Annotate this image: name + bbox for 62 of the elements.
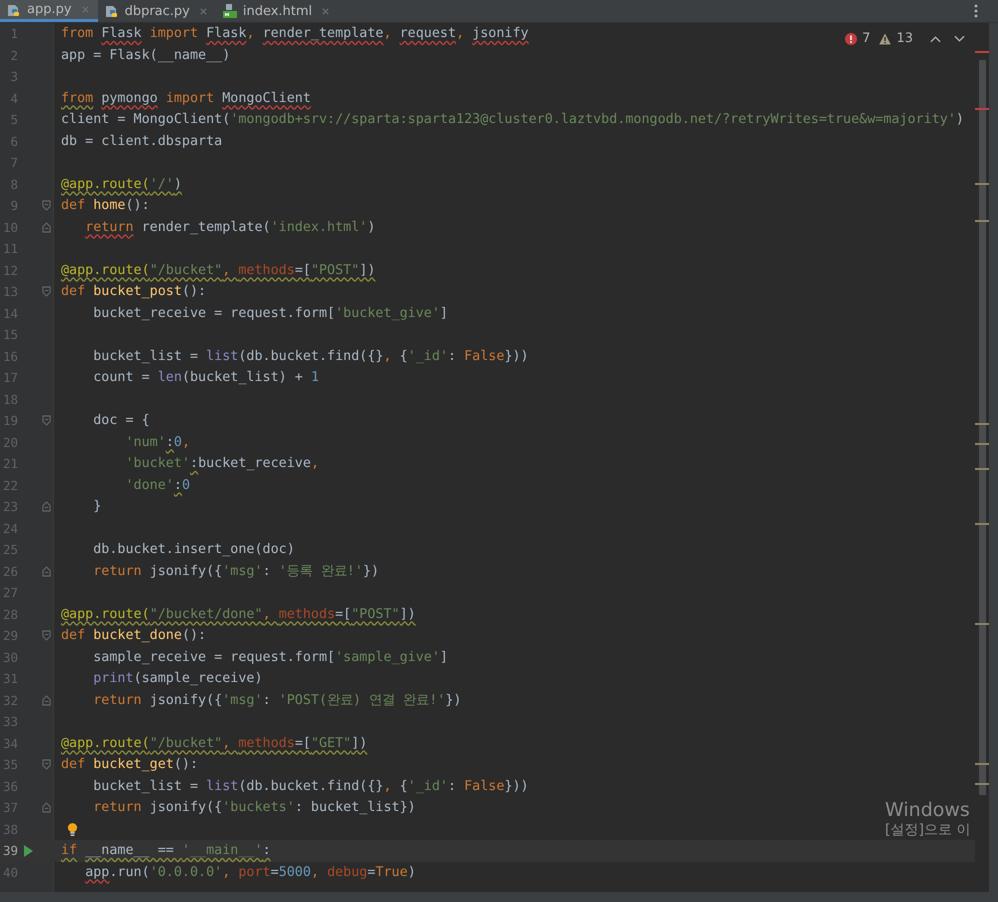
fold-icon[interactable] [42, 286, 50, 298]
activation-notice: Windows [885, 799, 971, 821]
fold-icon[interactable] [42, 200, 50, 212]
code-line: from Flask import Flask, render_template, request, jsonify [61, 26, 529, 42]
code-line: 'num':0, [124, 434, 190, 450]
code-line: @app.route("/bucket", methods=["GET"]) [61, 736, 368, 751]
error-icon [845, 32, 858, 44]
code-line: if __name__ == '__main__': [61, 843, 271, 858]
lightbulb-icon[interactable] [67, 822, 78, 837]
code-line: @app.route('/') [61, 176, 182, 192]
editor-tab[interactable]: index.html [216, 0, 338, 22]
html-file-icon [222, 3, 238, 19]
code-line: @app.route("/bucket/done", methods=["POST"]) [61, 606, 416, 622]
code-line: app.run('0.0.0.0', port=5000, debug=True) [84, 864, 416, 880]
code-line: def bucket_done(): [61, 628, 206, 644]
code-line: @app.route("/bucket", methods=["POST"]) [61, 262, 376, 278]
fold-icon[interactable] [42, 802, 50, 814]
fold-icon[interactable] [42, 630, 50, 642]
code-line: app = Flask(__name__) [61, 48, 230, 63]
fold-icon[interactable] [42, 566, 50, 577]
line-number: 39 [2, 843, 18, 858]
code-line: bucket_list = list(db.bucket.find({}, {'_id': False})) [92, 778, 529, 794]
code-line: return render_template('index.html') [84, 220, 376, 235]
code-line: return jsonify({'msg': 'POST(완료) 연결 완료!'}) [92, 692, 462, 710]
code-line: 'bucket':bucket_receive, [124, 456, 319, 472]
fold-icon[interactable] [42, 501, 50, 512]
code-line: count = len(bucket_list) + 1 [92, 370, 319, 386]
close-icon[interactable] [80, 5, 90, 14]
code-line: def home(): [61, 198, 150, 214]
code-line: sample_receive = request.form['sample_give'] [92, 650, 448, 665]
scrollbar-thumb[interactable] [979, 60, 986, 795]
fold-icon[interactable] [42, 222, 50, 233]
code-line: client = MongoClient('mongodb+srv://sparta:sparta123@cluster0.laztvbd.mongodb.net/?retryWrites=true&w=majority') [61, 112, 964, 128]
fold-icon[interactable] [42, 759, 50, 770]
more-icon[interactable] [974, 4, 978, 18]
close-icon[interactable] [321, 6, 330, 16]
run-icon[interactable] [23, 844, 33, 857]
code-line: db.bucket.insert_one(doc) [92, 542, 295, 558]
code-line: print(sample_receive) [92, 671, 263, 686]
chevron-up-icon[interactable] [930, 34, 941, 42]
fold-icon[interactable] [42, 694, 50, 706]
code-line: return jsonify({'buckets': bucket_list}) [92, 800, 416, 816]
code-line: doc = { [92, 413, 150, 428]
code-line: from pymongo import MongoClient [61, 90, 311, 106]
warning-count[interactable]: 13 [896, 31, 913, 46]
code-line: def bucket_post(): [61, 284, 206, 300]
code-line: return jsonify({'msg': '등록 완료!'}) [92, 563, 380, 580]
activation-notice: [설정]으로 이 [885, 821, 972, 839]
code-line: def bucket_get(): [61, 757, 198, 772]
editor-tab[interactable]: dbprac.py [98, 0, 216, 22]
fold-icon[interactable] [42, 415, 50, 426]
chevron-down-icon[interactable] [954, 34, 965, 42]
error-count[interactable]: 7 [862, 31, 870, 46]
code-line: 'done':0 [124, 478, 190, 493]
code-line: } [92, 499, 102, 514]
python-file-icon [104, 3, 120, 19]
warning-icon [879, 32, 892, 44]
code-line: bucket_list = list(db.bucket.find({}, {'_id': False})) [92, 348, 529, 364]
close-icon[interactable] [198, 6, 208, 16]
editor-tab[interactable]: app.py [0, 0, 98, 22]
code-line: db = client.dbsparta [61, 134, 222, 149]
code-line: bucket_receive = request.form['bucket_give'] [92, 306, 448, 321]
